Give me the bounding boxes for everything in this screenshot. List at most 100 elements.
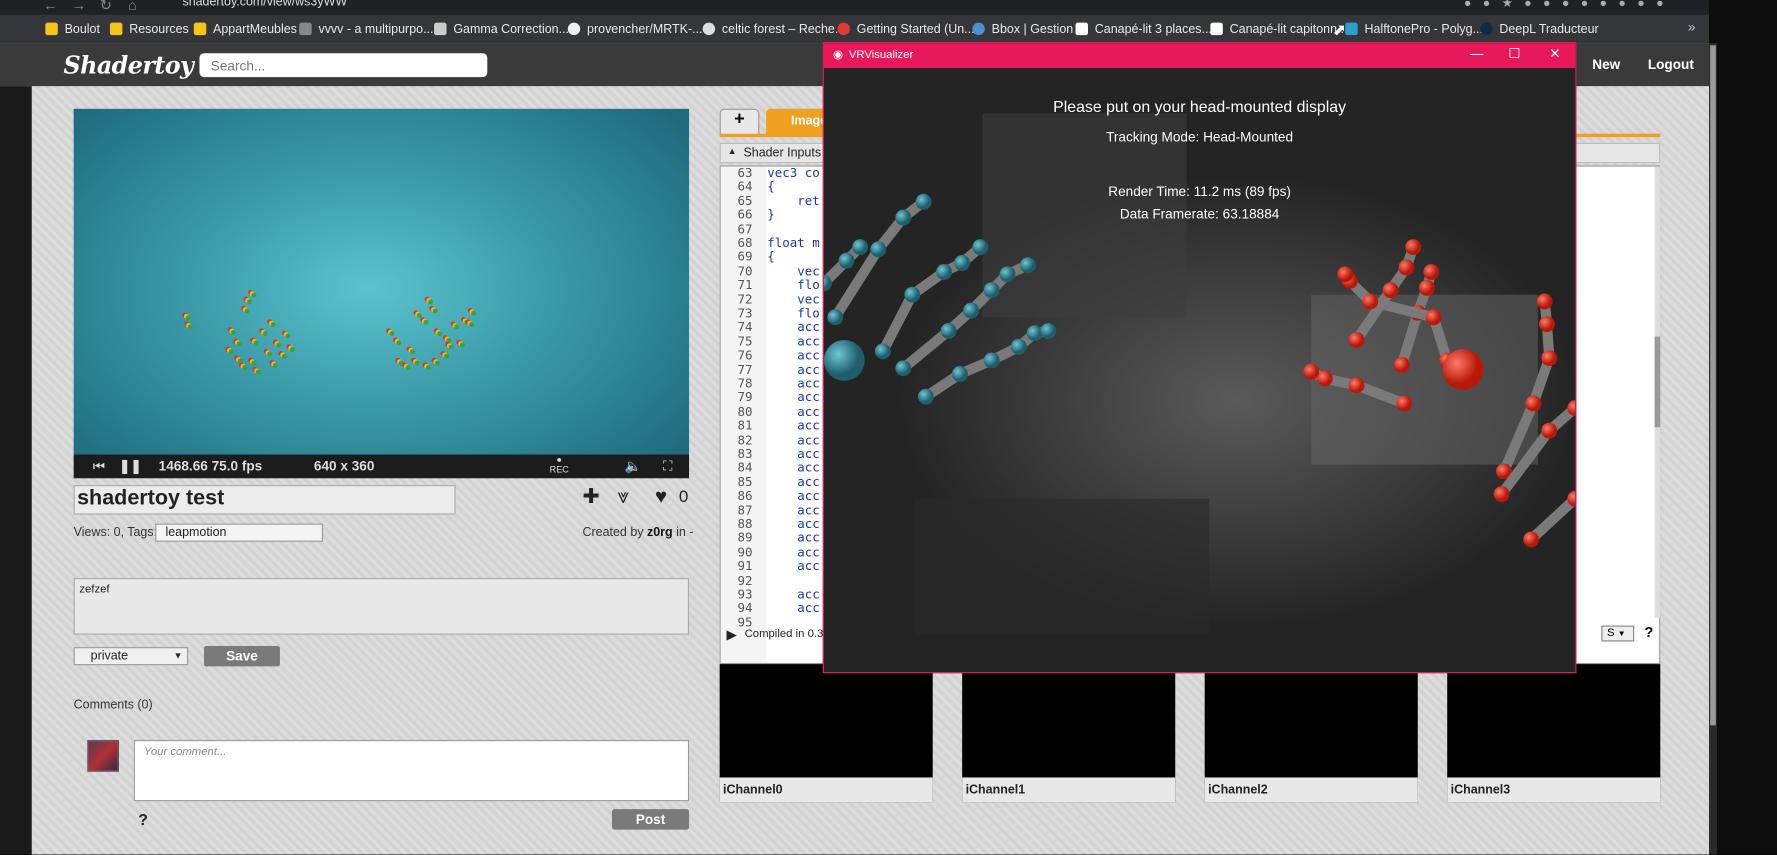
code-line[interactable]: acc [767,390,820,405]
forward-icon[interactable]: → [71,0,86,14]
like-heart-icon[interactable]: ♥ [655,485,667,509]
home-icon[interactable]: ⌂ [128,0,137,14]
ichannel2-slot[interactable]: iChannel2 [1204,664,1418,803]
dots-right-hand [386,296,477,371]
code-line[interactable]: acc [767,559,820,574]
bookmark-link[interactable]: vvvv - a multipurpo... [299,20,433,37]
bookmark-link[interactable]: Gamma Correction... [434,20,569,37]
close-icon[interactable]: ✕ [1549,45,1560,61]
viewport-dots [182,289,477,375]
add-tab-button[interactable]: + [719,108,760,136]
code-scrollbar-thumb[interactable] [1654,336,1661,428]
bookmark-folder[interactable]: AppartMeubles [193,20,297,37]
code-line[interactable]: } [767,208,775,223]
code-line[interactable]: acc [767,404,820,419]
help-icon[interactable]: ? [138,810,148,828]
shader-title-input[interactable]: shadertoy test [73,485,456,515]
nav-logout-link[interactable]: Logout [1648,57,1694,73]
back-icon[interactable]: ← [43,0,58,14]
code-line[interactable]: vec3 co [767,165,820,180]
code-line[interactable]: acc [767,376,820,391]
tags-input[interactable]: leapmotion [155,523,323,542]
code-line[interactable]: { [767,180,775,195]
bookmark-link[interactable]: Bbox | Gestion [972,20,1073,37]
fullscreen-icon[interactable]: ⛶ [663,458,673,475]
bookmark-link[interactable]: celtic forest – Reche... [702,20,845,37]
code-line[interactable]: acc [767,418,820,433]
bookmark-folder[interactable]: Resources [109,20,189,37]
code-line[interactable]: vec [767,292,820,307]
bookmark-link[interactable]: DeepL Traducteur [1480,20,1599,37]
url-text[interactable]: shadertoy.com/view/ws3yWW [182,0,347,9]
bookmark-label: Bbox | Gestion [991,22,1074,36]
save-button[interactable]: Save [203,645,280,667]
code-line[interactable]: acc [767,320,820,335]
site-logo[interactable]: Shadertoy [63,51,193,79]
editor-help-icon[interactable]: ? [1644,623,1653,640]
maximize-icon[interactable]: ☐ [1508,45,1520,61]
add-to-playlist-icon[interactable]: ✚ [583,485,600,509]
bookmark-link[interactable]: Canapé-lit capitonn... [1210,20,1347,37]
scrollbar-thumb[interactable] [1710,45,1716,726]
ichannel0-slot[interactable]: iChannel0 [719,664,933,803]
nav-new-link[interactable]: New [1592,57,1620,73]
reload-icon[interactable]: ↻ [100,0,112,15]
render-dot [416,313,422,319]
search-input[interactable] [199,53,488,78]
rewind-icon[interactable]: ⏮ [93,458,105,475]
pause-icon[interactable]: ❚❚ [119,458,142,474]
line-number: 87 [737,502,753,518]
line-number: 93 [737,587,753,602]
code-line[interactable]: acc [767,489,820,504]
address-bar[interactable]: ← → ↻ ⌂ shadertoy.com/view/ws3yWW ●●★●●●… [0,0,1777,15]
code-line[interactable]: vec [767,264,820,279]
code-line[interactable]: acc [767,531,820,546]
ichannel3-slot[interactable]: iChannel3 [1447,664,1661,803]
code-line[interactable]: acc [767,461,820,476]
page-scrollbar[interactable] [1709,0,1777,855]
code-line[interactable]: acc [767,362,820,377]
description-textarea[interactable]: zefzef [73,577,690,635]
code-line[interactable]: acc [767,587,820,602]
code-line[interactable]: acc [767,334,820,349]
bookmark-link[interactable]: Canapé-lit 3 places... [1075,20,1212,37]
code-line[interactable]: flo [767,278,820,293]
privacy-select[interactable]: private ▼ [73,647,189,666]
line-number: 68 [737,235,753,251]
bookmark-link[interactable]: HalftonePro - Polyg... [1345,20,1483,37]
line-number: 82 [737,432,753,448]
record-button[interactable]: ● REC [550,454,569,474]
code-line[interactable]: { [767,250,775,265]
code-line[interactable]: float m [767,236,820,251]
code-line[interactable]: acc [767,447,820,462]
code-scrollbar[interactable] [1654,166,1661,618]
author-link[interactable]: z0rg [647,526,673,540]
vr-visualizer-window[interactable]: ◉ VRVisualizer — ☐ ✕ Please put on your … [822,41,1577,674]
code-line[interactable]: acc [767,475,820,490]
share-icon[interactable]: ⩔ [618,485,630,509]
shader-viewport[interactable] [73,108,690,455]
code-line[interactable]: acc [767,545,820,560]
post-button[interactable]: Post [611,809,690,830]
code-line[interactable]: ret [767,194,820,209]
code-line[interactable]: acc [767,601,820,616]
more-bookmarks-icon[interactable]: » [1688,19,1696,35]
finger-joint [1418,279,1435,296]
sound-select[interactable]: S ▼ [1601,625,1635,642]
code-line[interactable]: acc [767,517,820,532]
volume-icon[interactable]: 🔈 [624,458,641,474]
bookmark-folder[interactable]: Boulot [45,20,100,37]
code-line[interactable]: acc [767,348,820,363]
code-line[interactable]: acc [767,503,820,518]
code-line[interactable]: flo [767,306,820,321]
code-line[interactable]: acc [767,432,820,447]
bookmark-link[interactable]: Getting Started (Un... [837,20,975,37]
compile-play-icon[interactable]: ▶ [726,627,736,643]
bookmark-link[interactable]: provencher/MRTK-... [567,20,703,37]
comment-input[interactable]: Your comment... [133,740,690,802]
line-number: 81 [737,418,753,434]
ichannel1-slot[interactable]: iChannel1 [962,664,1176,803]
extension-icons[interactable]: ●●★●●●●●●●● [1464,0,1675,10]
window-titlebar[interactable]: ◉ VRVisualizer — ☐ ✕ [823,43,1576,68]
minimize-icon[interactable]: — [1470,45,1484,61]
